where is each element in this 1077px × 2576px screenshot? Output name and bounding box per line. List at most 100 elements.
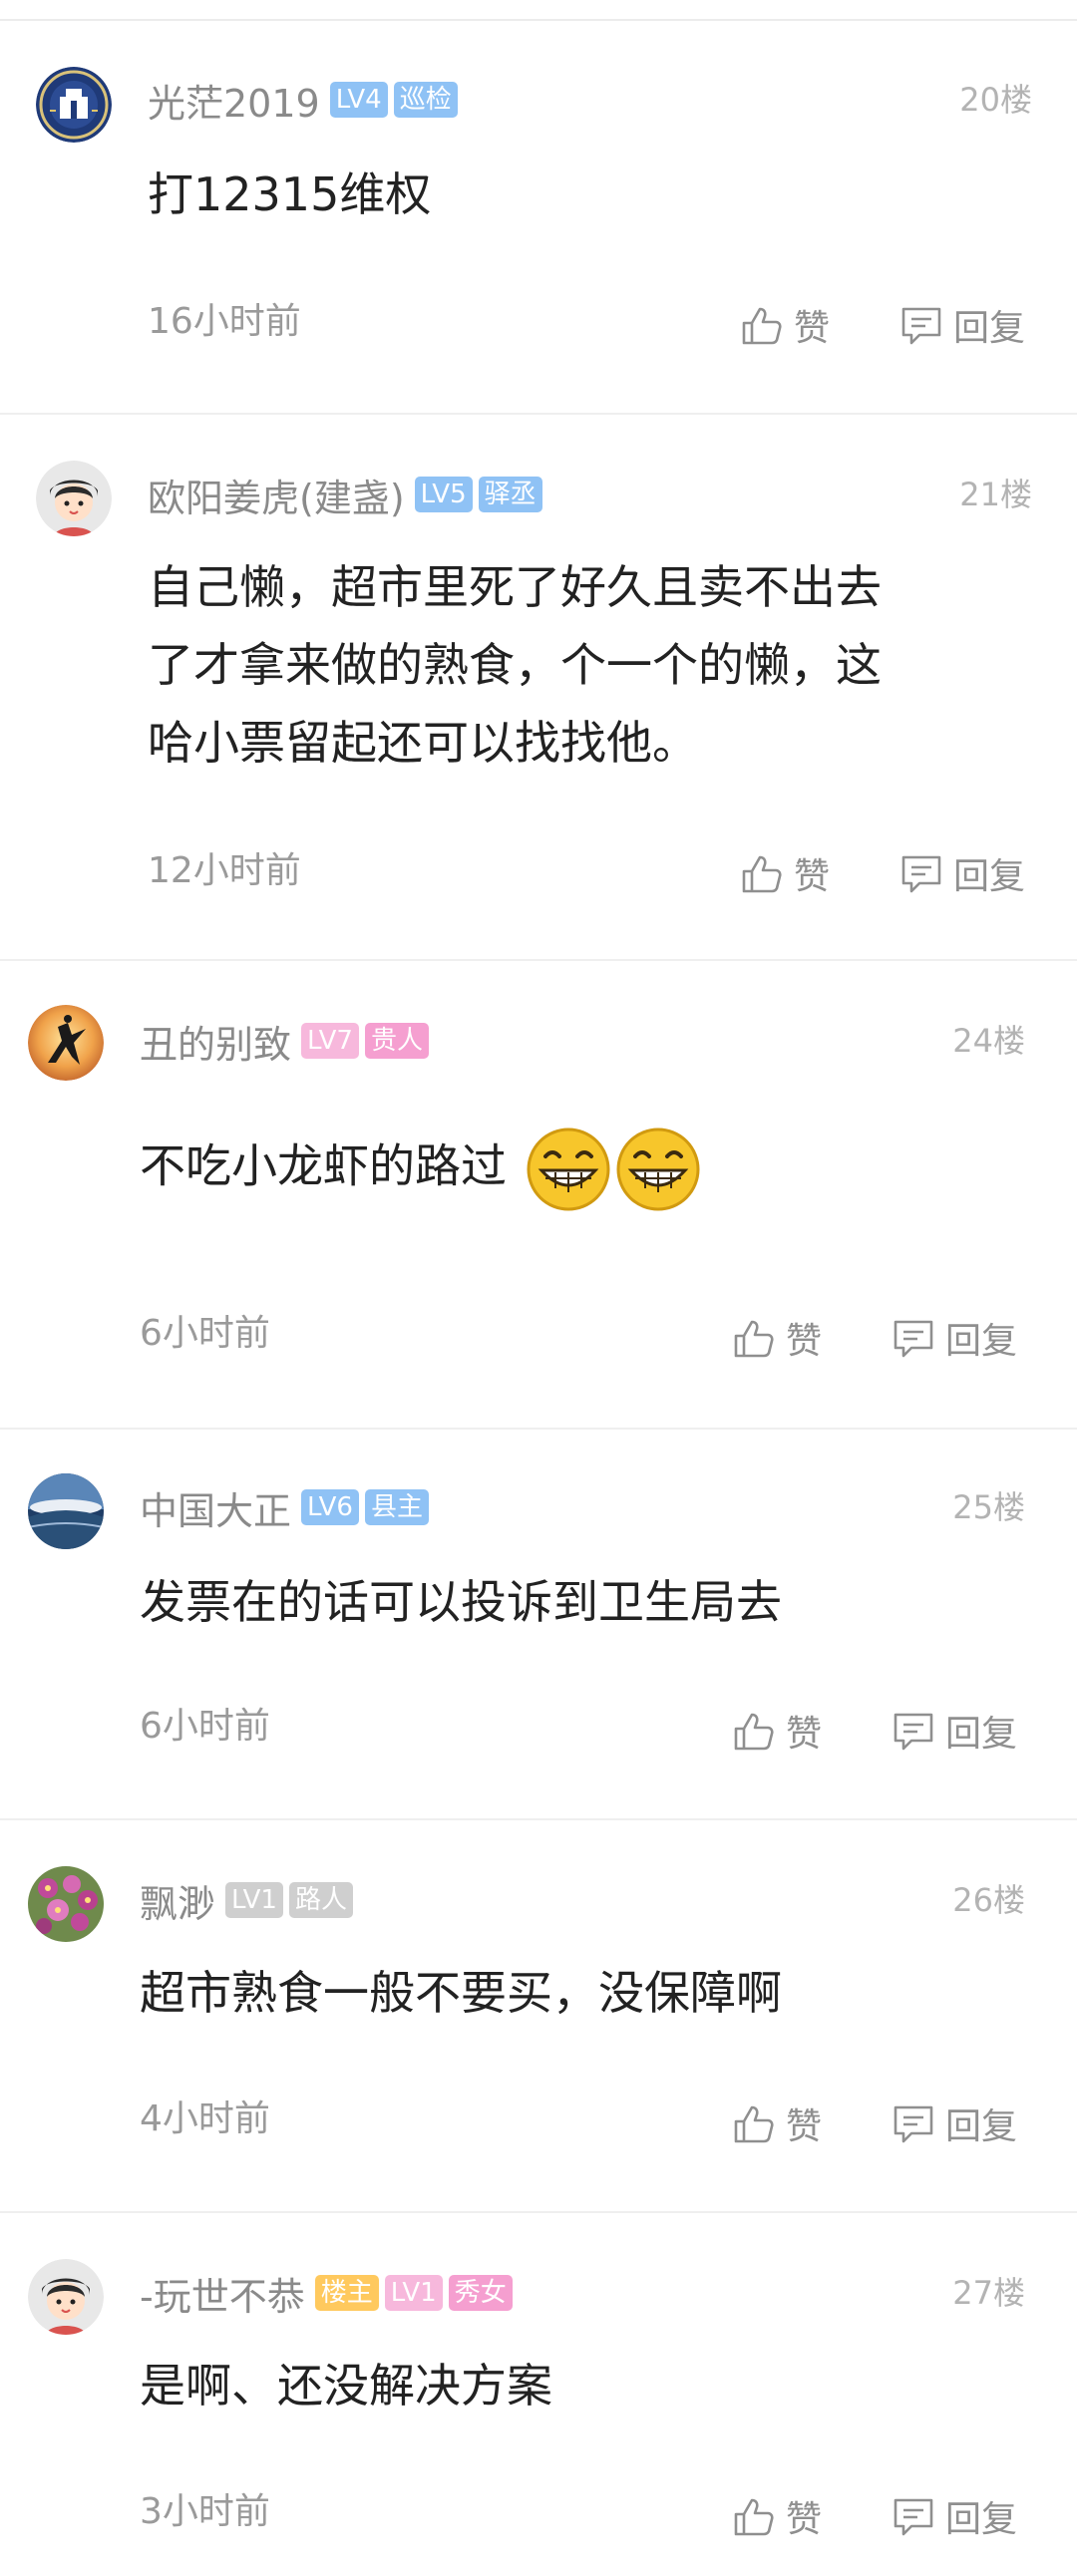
comment-line: 自己懒，超市里死了好久且卖不出去 — [148, 560, 882, 614]
user-info: 丑的别致 LV7 贵人 — [140, 1013, 435, 1069]
like-label: 赞 — [786, 1321, 823, 1362]
like-button[interactable]: 赞 — [730, 2488, 822, 2544]
thumbs-up-icon — [730, 2099, 778, 2147]
reply-label: 回复 — [945, 1714, 1018, 1755]
username[interactable]: 飘渺 — [140, 1873, 215, 1928]
title-badge: 县主 — [364, 1489, 429, 1525]
comment-line: 不吃小龙虾的路过 — [140, 1138, 507, 1193]
reply-icon — [890, 1314, 937, 1362]
timestamp: 6小时前 — [140, 1313, 270, 1354]
level-badge: LV1 — [384, 2275, 443, 2311]
level-badge: LV1 — [225, 1882, 283, 1918]
like-button[interactable]: 赞 — [730, 1310, 822, 1366]
reply-button[interactable]: 回复 — [898, 845, 1025, 901]
comment-divider — [0, 1818, 1077, 1820]
op-badge: 楼主 — [314, 2275, 379, 2311]
title-badge: 贵人 — [364, 1023, 429, 1059]
comment-list-page: 光茫2019 LV4 巡检 20楼 打12315维权 16小时前 赞 回复 欧阳… — [0, 0, 1077, 2576]
landscape-avatar[interactable] — [28, 1473, 104, 1549]
timestamp: 4小时前 — [140, 2098, 270, 2139]
thumbs-up-icon — [730, 1707, 778, 1755]
like-label: 赞 — [786, 1714, 823, 1755]
comment-divider — [0, 1428, 1077, 1430]
floor-number: 26楼 — [952, 1881, 1025, 1919]
username[interactable]: 中国大正 — [140, 1480, 291, 1535]
username[interactable]: 光茫2019 — [148, 73, 320, 128]
comment-text: 超市熟食一般不要买，没保障啊 — [140, 1954, 1017, 2032]
timestamp: 16小时前 — [148, 301, 301, 342]
reply-label: 回复 — [953, 308, 1026, 349]
like-label: 赞 — [786, 2106, 823, 2147]
title-badge: 驿丞 — [478, 477, 542, 512]
floor-number: 27楼 — [952, 2274, 1025, 2312]
comment-text: 自己懒，超市里死了好久且卖不出去 了才拿来做的熟食，个一个的懒，这 哈小票留起还… — [148, 548, 1025, 782]
level-badge: LV7 — [301, 1023, 359, 1059]
username[interactable]: 丑的别致 — [140, 1014, 291, 1069]
reply-icon — [890, 2099, 937, 2147]
reply-icon — [890, 1707, 937, 1755]
username[interactable]: 欧阳姜虎(建盏) — [148, 468, 405, 522]
level-badge: LV5 — [414, 477, 473, 512]
user-info: 光茫2019 LV4 巡检 — [148, 72, 464, 128]
like-label: 赞 — [794, 308, 831, 349]
comment-text: 发票在的话可以投诉到卫生局去 — [140, 1563, 1017, 1641]
reply-label: 回复 — [945, 2106, 1018, 2147]
emblem-avatar[interactable] — [36, 67, 112, 143]
user-info: 中国大正 LV6 县主 — [140, 1479, 435, 1535]
top-divider — [0, 19, 1077, 21]
timestamp: 3小时前 — [140, 2491, 270, 2532]
grin-emoji — [616, 1127, 700, 1211]
timestamp: 6小时前 — [140, 1706, 270, 1747]
floor-number: 24楼 — [952, 1022, 1025, 1060]
title-badge: 路人 — [288, 1882, 353, 1918]
reply-icon — [898, 849, 945, 897]
comment-line: 了才拿来做的熟食，个一个的懒，这 — [148, 638, 882, 692]
reply-icon — [890, 2492, 937, 2540]
level-badge: LV4 — [329, 82, 388, 118]
comment-text: 是啊、还没解决方案 — [140, 2347, 1017, 2424]
title-badge: 巡检 — [393, 82, 458, 118]
like-button[interactable]: 赞 — [730, 2095, 822, 2151]
comment-divider — [0, 2211, 1077, 2213]
emoji-row — [526, 1127, 701, 1212]
reply-button[interactable]: 回复 — [890, 2095, 1017, 2151]
comment-text: 不吃小龙虾的路过 — [140, 1127, 1017, 1212]
dancer-avatar[interactable] — [28, 1005, 104, 1081]
user-info: -玩世不恭 楼主 LV1 秀女 — [140, 2265, 519, 2321]
comment-text: 打12315维权 — [148, 156, 1025, 233]
user-info: 欧阳姜虎(建盏) LV5 驿丞 — [148, 467, 548, 522]
level-badge: LV6 — [301, 1489, 359, 1525]
like-button[interactable]: 赞 — [738, 845, 830, 901]
flowers-avatar[interactable] — [28, 1866, 104, 1942]
like-label: 赞 — [786, 2499, 823, 2540]
comment-line: 打12315维权 — [148, 167, 432, 221]
comment-line: 是啊、还没解决方案 — [140, 2359, 552, 2413]
reply-icon — [898, 301, 945, 349]
title-badge: 秀女 — [448, 2275, 513, 2311]
default-user-avatar[interactable] — [36, 461, 112, 536]
like-button[interactable]: 赞 — [730, 1703, 822, 1759]
reply-label: 回复 — [945, 1321, 1018, 1362]
grin-emoji — [527, 1127, 610, 1211]
default-user-avatar[interactable] — [28, 2259, 104, 2335]
floor-number: 25楼 — [952, 1488, 1025, 1526]
username[interactable]: -玩世不恭 — [140, 2266, 305, 2321]
user-info: 飘渺 LV1 路人 — [140, 1872, 359, 1928]
thumbs-up-icon — [730, 1314, 778, 1362]
thumbs-up-icon — [738, 849, 786, 897]
reply-button[interactable]: 回复 — [898, 297, 1025, 353]
like-button[interactable]: 赞 — [738, 297, 830, 353]
reply-label: 回复 — [945, 2499, 1018, 2540]
reply-button[interactable]: 回复 — [890, 1310, 1017, 1366]
like-label: 赞 — [794, 856, 831, 897]
timestamp: 12小时前 — [148, 850, 301, 891]
reply-button[interactable]: 回复 — [890, 1703, 1017, 1759]
comment-line: 哈小票留起还可以找找他。 — [148, 716, 698, 770]
comment-line: 发票在的话可以投诉到卫生局去 — [140, 1575, 782, 1629]
thumbs-up-icon — [730, 2492, 778, 2540]
floor-number: 21楼 — [959, 476, 1032, 513]
comment-divider — [0, 413, 1077, 415]
reply-button[interactable]: 回复 — [890, 2488, 1017, 2544]
comment-divider — [0, 959, 1077, 961]
floor-number: 20楼 — [959, 81, 1032, 119]
